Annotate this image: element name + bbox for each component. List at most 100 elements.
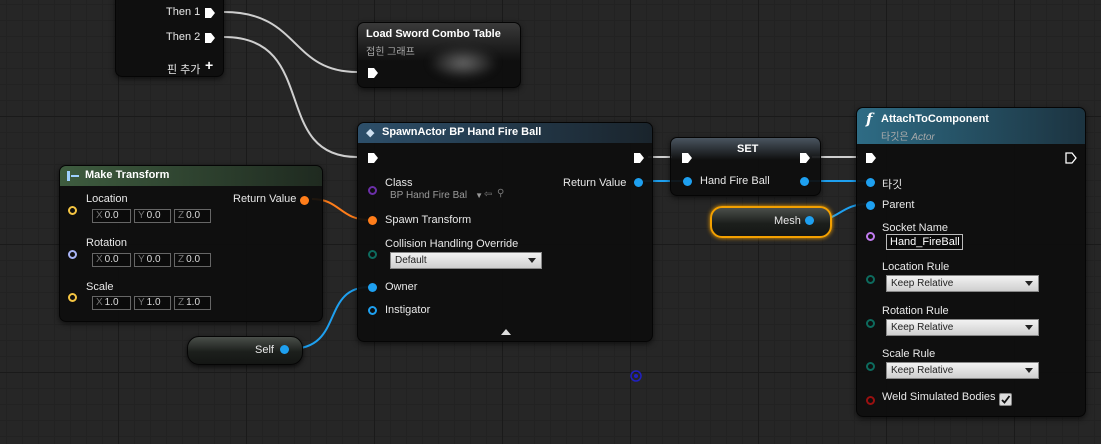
location-y[interactable]: Y 0.0 xyxy=(134,209,171,223)
then1-label: Then 1 xyxy=(166,6,201,18)
exec-pin-icon[interactable] xyxy=(799,152,811,164)
checkmark-icon xyxy=(1001,395,1011,404)
exec-wire xyxy=(223,36,358,158)
return-value-pin[interactable] xyxy=(300,196,309,205)
exec-pin-icon[interactable] xyxy=(865,152,877,164)
spawn-transform-label: Spawn Transform xyxy=(385,214,472,226)
dropdown-caret-icon xyxy=(1025,281,1033,286)
struct-icon xyxy=(67,171,79,181)
rotation-y[interactable]: Y 0.0 xyxy=(134,253,171,267)
magnifier-icon[interactable]: ⚲ xyxy=(497,188,504,199)
return-value-label: Return Value xyxy=(233,193,297,205)
node-title: Make Transform xyxy=(85,169,170,181)
collision-pin[interactable] xyxy=(368,250,377,259)
scale-z[interactable]: Z 1.0 xyxy=(174,296,211,310)
class-pin[interactable] xyxy=(368,186,377,195)
then2-label: Then 2 xyxy=(166,31,201,43)
self-node[interactable]: Self xyxy=(187,336,303,365)
location-rule-pin[interactable] xyxy=(866,275,875,284)
collision-label: Collision Handling Override xyxy=(385,238,519,250)
dropdown-caret-icon xyxy=(1025,325,1033,330)
browse-arrow-icon[interactable]: ⇦ xyxy=(484,189,492,200)
class-label: Class xyxy=(385,177,413,189)
location-label: Location xyxy=(86,193,128,205)
collision-dropdown[interactable]: Default xyxy=(390,252,542,269)
dropdown-caret-icon: ▼ xyxy=(475,191,483,200)
scale-rule-label: Scale Rule xyxy=(882,348,936,360)
rotation-rule-label: Rotation Rule xyxy=(882,305,949,317)
location-pin[interactable] xyxy=(68,206,77,215)
location-z[interactable]: Z 0.0 xyxy=(174,209,211,223)
self-output-pin[interactable] xyxy=(280,345,289,354)
socket-pin[interactable] xyxy=(866,232,875,241)
exec-pin-icon[interactable] xyxy=(204,7,216,19)
collapsed-graph-node[interactable]: Load Sword Combo Table 접힌 그래프 xyxy=(357,22,521,88)
scale-y[interactable]: Y 1.0 xyxy=(134,296,171,310)
mesh-label: Mesh xyxy=(774,215,801,227)
spawn-actor-node[interactable]: ◆ SpawnActor BP Hand Fire Ball Class BP … xyxy=(357,122,653,342)
scale-rule-dropdown[interactable]: Keep Relative xyxy=(886,362,1039,379)
return-value-pin[interactable] xyxy=(634,178,643,187)
sequence-node[interactable]: Then 1 Then 2 핀 추가 + xyxy=(115,0,224,77)
exec-pin-icon[interactable] xyxy=(367,67,379,79)
node-title: AttachToComponent xyxy=(881,113,989,125)
location-rule-label: Location Rule xyxy=(882,261,950,273)
exec-wire xyxy=(223,11,358,73)
owner-label: Owner xyxy=(385,281,418,293)
target-label: 타깃 xyxy=(882,179,903,191)
scale-label: Scale xyxy=(86,281,114,293)
class-selector[interactable]: BP Hand Fire Bal ▼ xyxy=(390,190,483,203)
weld-pin[interactable] xyxy=(866,396,875,405)
weld-checkbox[interactable] xyxy=(999,393,1012,406)
location-rule-dropdown[interactable]: Keep Relative xyxy=(886,275,1039,292)
scale-x[interactable]: X 1.0 xyxy=(92,296,131,310)
node-subtitle: 타깃은 Actor xyxy=(881,132,935,143)
exec-pin-icon[interactable] xyxy=(204,32,216,44)
rotation-rule-pin[interactable] xyxy=(866,319,875,328)
exec-pin-icon[interactable] xyxy=(681,152,693,164)
mesh-output-pin[interactable] xyxy=(805,216,814,225)
rotation-z[interactable]: Z 0.0 xyxy=(174,253,211,267)
exec-pin-icon[interactable] xyxy=(633,152,645,164)
blurred-preview xyxy=(428,47,498,79)
owner-pin[interactable] xyxy=(368,283,377,292)
exec-pin-icon[interactable] xyxy=(367,152,379,164)
rotation-pin[interactable] xyxy=(68,250,77,259)
target-pin[interactable] xyxy=(866,178,875,187)
dropdown-caret-icon xyxy=(1025,368,1033,373)
plus-icon[interactable]: + xyxy=(205,57,213,73)
socket-name-field[interactable]: Hand_FireBall xyxy=(886,234,963,250)
set-node[interactable]: SET Hand Fire Ball xyxy=(670,137,821,196)
exec-pin-icon[interactable] xyxy=(1065,152,1077,164)
weld-label: Weld Simulated Bodies xyxy=(882,391,996,403)
location-x[interactable]: X 0.0 xyxy=(92,209,131,223)
variable-label: Hand Fire Ball xyxy=(700,175,770,187)
rotation-rule-dropdown[interactable]: Keep Relative xyxy=(886,319,1039,336)
node-title: SET xyxy=(737,143,759,155)
make-transform-node[interactable]: Make Transform Location X 0.0 Y 0.0 Z 0.0 R… xyxy=(59,165,323,322)
spawn-icon: ◆ xyxy=(366,127,375,139)
parent-pin[interactable] xyxy=(866,201,875,210)
parent-label: Parent xyxy=(882,199,915,211)
add-pin-label[interactable]: 핀 추가 xyxy=(167,61,200,77)
attach-to-component-node[interactable]: f AttachToComponent 타깃은 Actor 타깃 Parent … xyxy=(856,107,1086,417)
node-subtitle: 접힌 그래프 xyxy=(366,47,415,58)
instigator-pin[interactable] xyxy=(368,306,377,315)
instigator-label: Instigator xyxy=(385,304,431,316)
socket-label: Socket Name xyxy=(882,222,949,234)
function-icon: f xyxy=(866,110,873,128)
variable-input-pin[interactable] xyxy=(683,177,692,186)
scale-pin[interactable] xyxy=(68,293,77,302)
scale-rule-pin[interactable] xyxy=(866,362,875,371)
spawn-transform-pin[interactable] xyxy=(368,216,377,225)
node-title: SpawnActor BP Hand Fire Ball xyxy=(382,126,542,138)
rotation-label: Rotation xyxy=(86,237,127,249)
return-value-label: Return Value xyxy=(563,177,627,189)
rotation-x[interactable]: X 0.0 xyxy=(92,253,131,267)
node-title: Load Sword Combo Table xyxy=(366,28,501,40)
dropdown-caret-icon xyxy=(528,258,536,263)
variable-output-pin[interactable] xyxy=(800,177,809,186)
mesh-node[interactable]: Mesh xyxy=(710,206,832,238)
self-label: Self xyxy=(255,344,274,356)
expand-arrow-icon[interactable] xyxy=(500,328,512,336)
